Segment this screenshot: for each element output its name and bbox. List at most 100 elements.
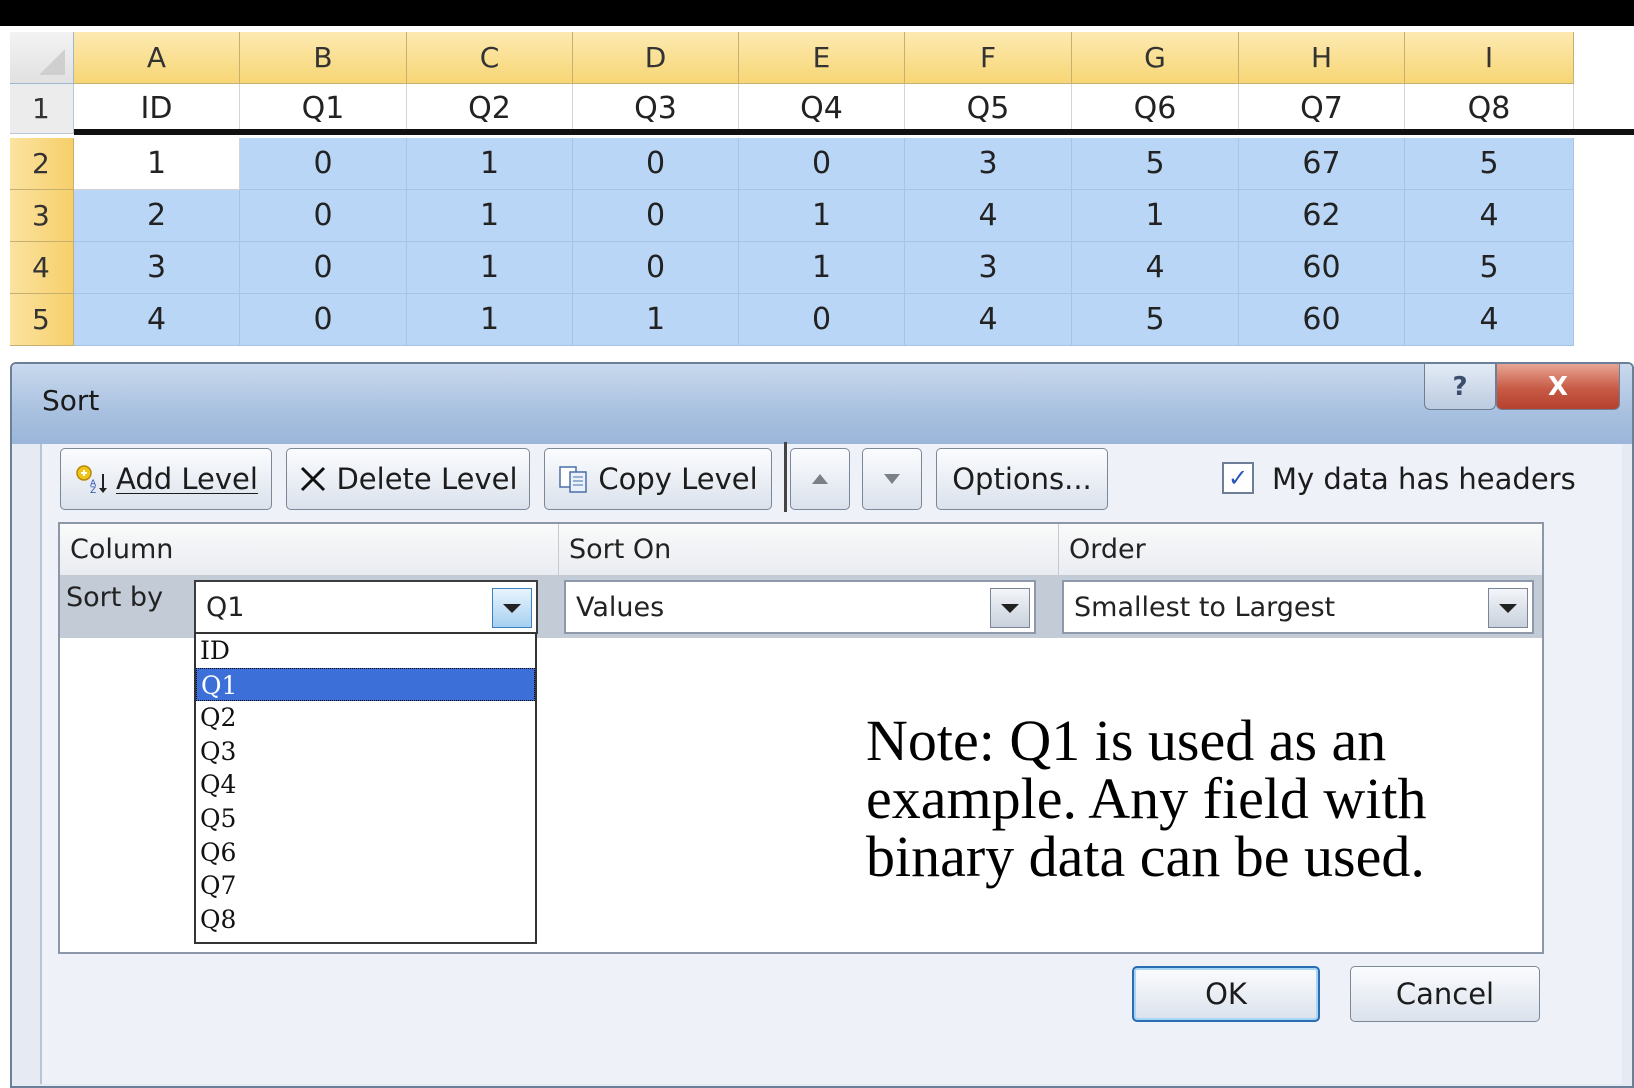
dropdown-option-selected[interactable]: Q1 [196,667,535,702]
table-cell[interactable]: 1 [407,138,573,190]
dropdown-option[interactable]: ID [196,634,535,668]
table-cell[interactable]: 1 [573,294,739,346]
table-cell[interactable]: 0 [739,294,905,346]
row-header[interactable]: 1 [10,84,74,134]
column-header[interactable]: F [905,32,1072,84]
move-up-button[interactable] [790,448,850,510]
column-header[interactable]: A [74,32,240,84]
column-select[interactable]: Q1 [194,580,538,634]
sort-on-dropdown-button[interactable] [990,588,1030,628]
table-cell[interactable]: 60 [1239,294,1405,346]
table-cell[interactable]: 0 [573,190,739,242]
column-header[interactable]: D [573,32,739,84]
dialog-titlebar[interactable]: Sort ? X [12,364,1632,444]
dialog-title: Sort [42,384,100,417]
table-cell[interactable]: 1 [407,294,573,346]
table-cell[interactable]: Q7 [1239,84,1405,134]
arrow-down-icon [882,472,902,486]
table-cell[interactable]: 3 [905,242,1072,294]
table-row: 3 2 0 1 0 1 4 1 62 4 [10,190,1574,242]
table-cell[interactable]: 5 [1405,138,1574,190]
table-cell[interactable]: 4 [1072,242,1239,294]
dropdown-option[interactable]: Q4 [196,768,535,802]
table-cell[interactable]: 1 [407,242,573,294]
sort-level-row[interactable]: Sort by Q1 Values Smallest to Largest [60,576,1542,638]
table-cell[interactable]: 4 [905,294,1072,346]
row-header[interactable]: 3 [10,190,74,242]
delete-level-button[interactable]: Delete Level [286,448,530,510]
table-cell[interactable]: Q4 [739,84,905,134]
table-cell[interactable]: 3 [74,242,240,294]
copy-icon [558,464,590,494]
column-header[interactable]: E [739,32,905,84]
table-cell[interactable]: 0 [240,138,407,190]
table-cell[interactable]: 4 [74,294,240,346]
column-header[interactable]: I [1405,32,1574,84]
table-cell[interactable]: 4 [1405,294,1574,346]
table-cell[interactable]: ID [74,84,240,134]
order-dropdown-button[interactable] [1488,588,1528,628]
column-header[interactable]: G [1072,32,1239,84]
row-header[interactable]: 4 [10,242,74,294]
table-cell[interactable]: 1 [407,190,573,242]
table-row: 5 4 0 1 1 0 4 5 60 4 [10,294,1574,346]
column-header[interactable]: B [240,32,407,84]
column-dropdown-button[interactable] [492,588,532,628]
column-header[interactable]: C [407,32,573,84]
options-button[interactable]: Options... [936,448,1108,510]
table-cell[interactable]: 0 [240,190,407,242]
sort-on-select[interactable]: Values [564,580,1036,634]
table-cell[interactable]: 5 [1072,294,1239,346]
add-level-button[interactable]: A Z Add Level [60,448,272,510]
table-cell[interactable]: 1 [739,190,905,242]
table-cell[interactable]: Q8 [1405,84,1574,134]
spreadsheet-grid: A B C D E F G H I 1 ID Q1 Q2 Q3 Q4 Q5 Q6… [10,32,1634,362]
help-button[interactable]: ? [1424,364,1496,410]
table-cell[interactable]: 67 [1239,138,1405,190]
table-cell[interactable]: 4 [905,190,1072,242]
table-cell[interactable]: 62 [1239,190,1405,242]
dropdown-option[interactable]: Q3 [196,735,535,769]
dropdown-option[interactable]: Q2 [196,701,535,735]
table-cell[interactable]: Q5 [905,84,1072,134]
table-cell[interactable]: 0 [573,242,739,294]
table-cell[interactable]: Q3 [573,84,739,134]
table-cell[interactable]: 3 [905,138,1072,190]
table-cell[interactable]: Q1 [240,84,407,134]
copy-level-button[interactable]: Copy Level [544,448,772,510]
table-cell[interactable]: 0 [240,242,407,294]
table-cell[interactable]: 0 [240,294,407,346]
table-cell[interactable]: 0 [573,138,739,190]
row-header[interactable]: 2 [10,138,74,190]
sort-on-heading: Sort On [558,524,1058,576]
table-cell[interactable]: 60 [1239,242,1405,294]
top-black-bar [0,0,1634,26]
table-cell[interactable]: 5 [1072,138,1239,190]
table-cell[interactable]: 2 [74,190,240,242]
order-select[interactable]: Smallest to Largest [1062,580,1534,634]
select-all-corner[interactable] [10,32,74,84]
add-level-label: Add Level [116,462,258,496]
table-cell[interactable]: 4 [1405,190,1574,242]
table-cell[interactable]: 1 [739,242,905,294]
dropdown-option[interactable]: Q6 [196,836,535,870]
column-select-value: Q1 [206,592,245,623]
table-cell[interactable]: 0 [739,138,905,190]
cancel-button[interactable]: Cancel [1350,966,1540,1022]
close-button[interactable]: X [1496,364,1620,410]
table-cell[interactable]: 5 [1405,242,1574,294]
headers-checkbox[interactable]: ✓ [1222,462,1254,494]
delete-icon [298,464,328,494]
row-header[interactable]: 5 [10,294,74,346]
options-label: Options... [952,462,1092,496]
dropdown-option[interactable]: Q8 [196,903,535,937]
dropdown-option[interactable]: Q5 [196,802,535,836]
table-cell[interactable]: 1 [1072,190,1239,242]
column-header[interactable]: H [1239,32,1405,84]
dropdown-option[interactable]: Q7 [196,869,535,903]
move-down-button[interactable] [862,448,922,510]
active-cell[interactable]: 1 [74,138,240,190]
table-cell[interactable]: Q2 [407,84,573,134]
table-cell[interactable]: Q6 [1072,84,1239,134]
ok-button[interactable]: OK [1132,966,1320,1022]
